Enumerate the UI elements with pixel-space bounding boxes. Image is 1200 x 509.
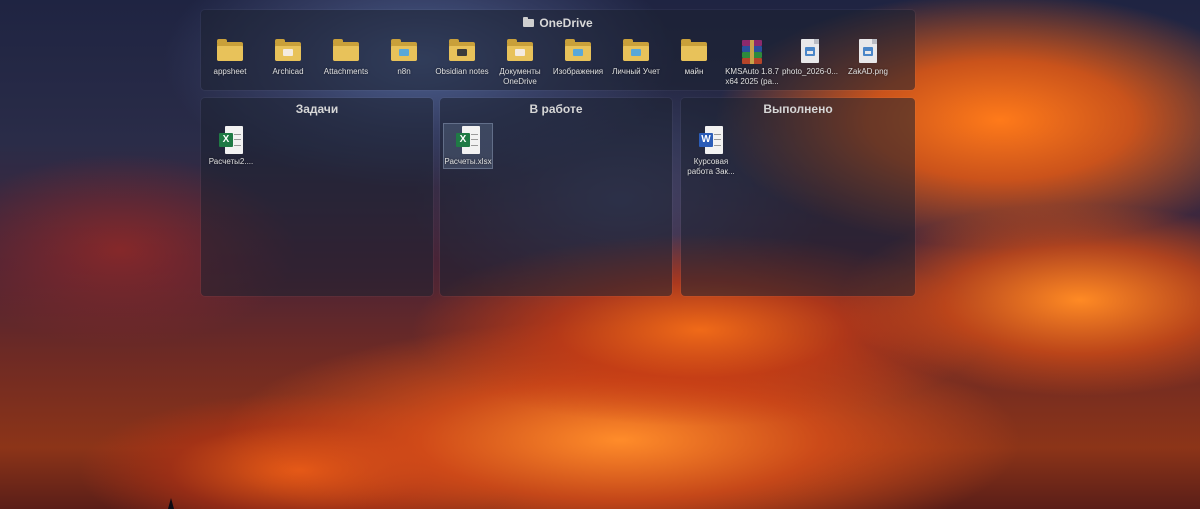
fence-tasks[interactable]: Задачи X Расчеты2.... [201, 98, 433, 296]
fence-title[interactable]: Выполнено [681, 102, 915, 116]
spire-silhouette [168, 498, 174, 509]
desktop-item-zakad-png[interactable]: ZakAD.png [839, 38, 897, 77]
file-label: Курсовая работа Зак... [687, 157, 735, 176]
desktop-item-archicad[interactable]: Archicad [259, 38, 317, 77]
desktop-item-main[interactable]: майн [665, 38, 723, 77]
item-label: ZakAD.png [847, 67, 889, 76]
item-label: майн [684, 67, 704, 76]
item-label: Документы OneDrive [499, 67, 541, 86]
folder-icon [449, 39, 475, 61]
desktop-item-kmsauto[interactable]: KMSAuto 1.8.7 x64 2025 (ра... [723, 38, 781, 87]
desktop-item-appsheet[interactable]: appsheet [201, 38, 259, 77]
desktop-item-photo[interactable]: photo_2026-0... [781, 38, 839, 77]
image-file-icon [801, 39, 819, 63]
file-label: Расчеты.xlsx [444, 157, 492, 166]
desktop-item-personal-accounting[interactable]: Личный Учет [607, 38, 665, 77]
folder-icon [681, 39, 707, 61]
folder-icon [391, 39, 417, 61]
item-label: n8n [397, 67, 411, 76]
item-label: KMSAuto 1.8.7 x64 2025 (ра... [725, 67, 779, 86]
fence-items: appsheet Archicad Attachments n8n Obsidi… [201, 38, 915, 90]
item-label: Изображения [552, 67, 604, 76]
desktop-item-documents-onedrive[interactable]: Документы OneDrive [491, 38, 549, 87]
item-label: Личный Учет [612, 67, 660, 76]
fence-title[interactable]: Задачи [201, 102, 433, 116]
item-label: Attachments [323, 67, 369, 76]
fence-title[interactable]: В работе [440, 102, 672, 116]
fence-done[interactable]: Выполнено W Курсовая работа Зак... [681, 98, 915, 296]
file-label: Расчеты2.... [208, 157, 254, 166]
archive-icon [742, 40, 762, 64]
file-item[interactable]: W Курсовая работа Зак... [685, 124, 737, 177]
folder-icon [275, 39, 301, 61]
fence-title-label: OneDrive [539, 16, 593, 30]
item-label: photo_2026-0... [781, 67, 839, 76]
file-item[interactable]: X Расчеты2.... [205, 124, 257, 167]
folder-icon [333, 39, 359, 61]
folder-icon [507, 39, 533, 61]
item-label: Obsidian notes [435, 67, 489, 76]
folder-icon [523, 17, 535, 27]
fence-in-progress[interactable]: В работе X Расчеты.xlsx [440, 98, 672, 296]
desktop-item-obsidian-notes[interactable]: Obsidian notes [433, 38, 491, 77]
folder-icon [565, 39, 591, 61]
folder-icon [217, 39, 243, 61]
onedrive-fence[interactable]: OneDrive appsheet Archicad Attachments n… [201, 10, 915, 90]
desktop-item-images[interactable]: Изображения [549, 38, 607, 77]
item-label: appsheet [213, 67, 247, 76]
desktop-item-attachments[interactable]: Attachments [317, 38, 375, 77]
excel-icon: X [456, 126, 480, 154]
word-icon: W [699, 126, 723, 154]
file-item-selected[interactable]: X Расчеты.xlsx [444, 124, 492, 168]
folder-icon [623, 39, 649, 61]
image-file-icon [859, 39, 877, 63]
excel-icon: X [219, 126, 243, 154]
fence-title[interactable]: OneDrive [201, 16, 915, 30]
item-label: Archicad [272, 67, 304, 76]
desktop-item-n8n[interactable]: n8n [375, 38, 433, 77]
